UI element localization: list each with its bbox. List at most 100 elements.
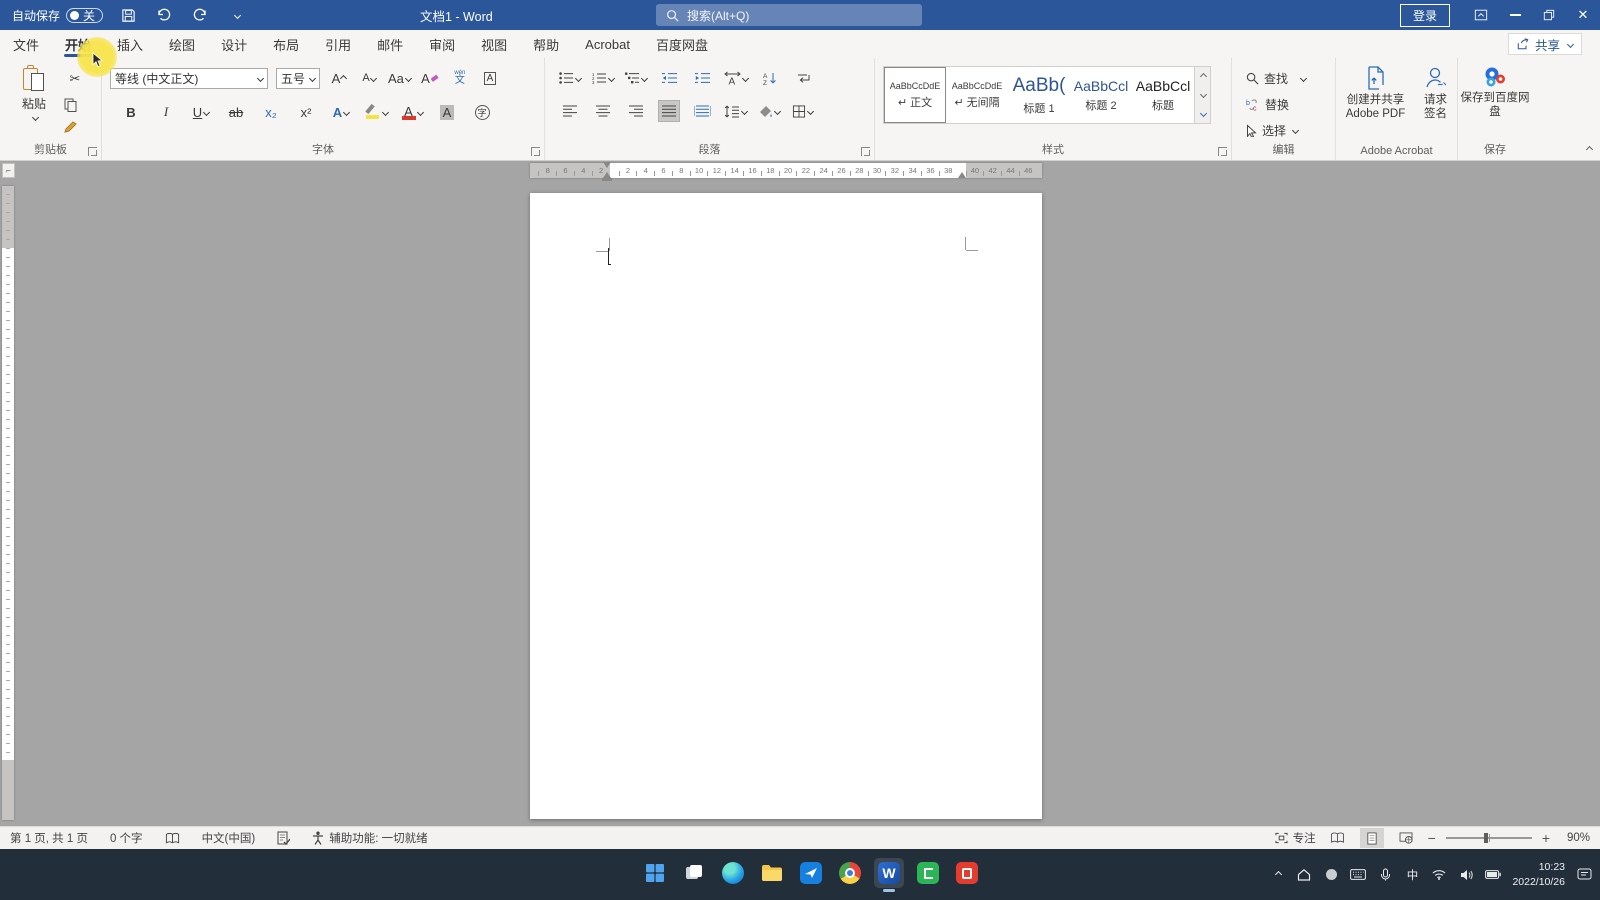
zoom-level[interactable]: 90% xyxy=(1560,832,1590,844)
tab-file[interactable]: 文件 xyxy=(0,30,52,58)
save-icon[interactable] xyxy=(117,4,139,26)
format-painter-icon[interactable] xyxy=(64,120,86,133)
create-share-pdf-button[interactable]: 创建并共享 Adobe PDF xyxy=(1341,66,1411,122)
cut-icon[interactable]: ✂ xyxy=(64,68,86,90)
start-button[interactable] xyxy=(640,858,670,888)
edge-browser-icon[interactable] xyxy=(718,858,748,888)
bullets-button[interactable] xyxy=(559,67,581,89)
style-no-spacing[interactable]: AaBbCcDdE↵ 无间隔 xyxy=(946,67,1008,123)
gray-circle-tray-icon[interactable] xyxy=(1323,867,1339,883)
ime-indicator[interactable]: 中 xyxy=(1404,867,1420,883)
tray-overflow-chevron-icon[interactable] xyxy=(1269,867,1285,883)
zoom-slider-thumb[interactable] xyxy=(1484,833,1488,843)
zoom-out-button[interactable]: − xyxy=(1428,830,1436,846)
tab-layout[interactable]: 布局 xyxy=(260,30,312,58)
pen-tray-icon[interactable] xyxy=(1377,867,1393,883)
subscript-button[interactable]: x₂ xyxy=(260,101,282,123)
character-border-button[interactable]: A xyxy=(479,67,501,89)
word-app-icon[interactable]: W xyxy=(874,858,904,888)
volume-icon[interactable] xyxy=(1458,867,1474,883)
justify-button[interactable] xyxy=(658,100,680,122)
read-mode-button[interactable] xyxy=(1326,828,1350,848)
ribbon-display-options-icon[interactable] xyxy=(1464,0,1498,30)
customize-quick-access-chevron-icon[interactable] xyxy=(225,4,247,26)
redo-icon[interactable] xyxy=(189,4,211,26)
right-indent-marker[interactable] xyxy=(958,172,966,178)
distributed-button[interactable] xyxy=(691,100,713,122)
font-name-combo[interactable]: 等线 (中文正文) xyxy=(110,68,268,89)
sign-in-button[interactable]: 登录 xyxy=(1400,4,1450,27)
tab-acrobat[interactable]: Acrobat xyxy=(572,30,643,58)
word-count-status[interactable]: 0 个字 xyxy=(110,827,143,850)
increase-indent-button[interactable] xyxy=(691,67,713,89)
text-highlight-button[interactable] xyxy=(365,101,388,123)
font-size-combo[interactable]: 五号 xyxy=(276,68,320,89)
touch-keyboard-icon[interactable] xyxy=(1350,867,1366,883)
accessibility-status[interactable]: 辅助功能: 一切就绪 xyxy=(312,827,427,850)
share-button[interactable]: 共享 xyxy=(1508,33,1582,55)
proofing-status[interactable] xyxy=(165,827,180,850)
select-button[interactable]: 选择 xyxy=(1246,120,1335,140)
style-heading-1[interactable]: AaBb(标题 1 xyxy=(1008,67,1070,123)
tab-draw[interactable]: 绘图 xyxy=(156,30,208,58)
italic-button[interactable]: I xyxy=(155,101,177,123)
minimize-button[interactable] xyxy=(1498,0,1532,30)
left-indent-base[interactable] xyxy=(602,178,612,181)
text-effects-button[interactable]: A xyxy=(330,101,352,123)
shading-button[interactable] xyxy=(758,100,780,122)
paragraph-dialog-launcher[interactable] xyxy=(861,147,870,156)
tab-mailings[interactable]: 邮件 xyxy=(364,30,416,58)
print-layout-button[interactable] xyxy=(1360,828,1384,848)
enclose-characters-button[interactable]: 字 xyxy=(471,101,493,123)
tab-view[interactable]: 视图 xyxy=(468,30,520,58)
file-explorer-icon[interactable] xyxy=(757,858,787,888)
undo-icon[interactable] xyxy=(153,4,175,26)
numbering-button[interactable]: 123 xyxy=(592,67,614,89)
taskbar-clock[interactable]: 10:23 2022/10/26 xyxy=(1512,860,1565,888)
show-hide-marks-button[interactable] xyxy=(792,67,814,89)
clear-formatting-button[interactable]: A xyxy=(419,67,441,89)
spelling-status[interactable] xyxy=(277,827,290,850)
green-app-icon[interactable] xyxy=(913,858,943,888)
character-scaling-button[interactable]: A xyxy=(724,67,748,89)
multilevel-list-button[interactable] xyxy=(625,67,647,89)
restore-button[interactable] xyxy=(1532,0,1566,30)
strikethrough-button[interactable]: ab xyxy=(225,101,247,123)
tab-review[interactable]: 审阅 xyxy=(416,30,468,58)
font-color-button[interactable]: A xyxy=(401,101,423,123)
bold-button[interactable]: B xyxy=(120,101,142,123)
tab-stop-selector[interactable]: ⌐ xyxy=(2,163,15,178)
home-tray-icon[interactable] xyxy=(1296,867,1312,883)
paste-button[interactable]: 粘贴 xyxy=(12,62,56,140)
shrink-font-button[interactable]: A xyxy=(358,67,380,89)
tab-baidu-netdisk[interactable]: 百度网盘 xyxy=(643,30,721,58)
close-button[interactable]: ✕ xyxy=(1566,0,1600,30)
align-right-button[interactable] xyxy=(625,100,647,122)
line-spacing-button[interactable] xyxy=(724,100,747,122)
vertical-ruler[interactable] xyxy=(2,186,14,820)
replace-button[interactable]: bc替换 xyxy=(1246,94,1335,114)
character-shading-button[interactable]: A xyxy=(436,101,458,123)
task-view-button[interactable] xyxy=(679,858,709,888)
decrease-indent-button[interactable] xyxy=(658,67,680,89)
superscript-button[interactable]: x² xyxy=(295,101,317,123)
style-heading-2[interactable]: AaBbCcl标题 2 xyxy=(1070,67,1132,123)
chrome-browser-icon[interactable] xyxy=(835,858,865,888)
language-status[interactable]: 中文(中国) xyxy=(202,827,256,850)
page-number-status[interactable]: 第 1 页, 共 1 页 xyxy=(10,827,88,850)
grow-font-button[interactable]: A xyxy=(328,67,350,89)
network-icon[interactable] xyxy=(1431,867,1447,883)
copy-icon[interactable] xyxy=(64,98,86,112)
request-signatures-button[interactable]: 请求签名 xyxy=(1419,66,1453,122)
align-center-button[interactable] xyxy=(592,100,614,122)
underline-button[interactable]: U xyxy=(190,101,212,123)
find-button[interactable]: 查找 xyxy=(1246,68,1335,88)
style-title[interactable]: AaBbCcl标题 xyxy=(1132,67,1194,123)
blue-bird-app-icon[interactable] xyxy=(796,858,826,888)
align-left-button[interactable] xyxy=(559,100,581,122)
web-layout-button[interactable] xyxy=(1394,828,1418,848)
phonetic-guide-button[interactable]: wén文 xyxy=(449,67,471,89)
zoom-slider[interactable] xyxy=(1446,837,1532,839)
autosave-toggle[interactable]: 关 xyxy=(66,8,103,23)
document-page[interactable] xyxy=(530,193,1042,819)
